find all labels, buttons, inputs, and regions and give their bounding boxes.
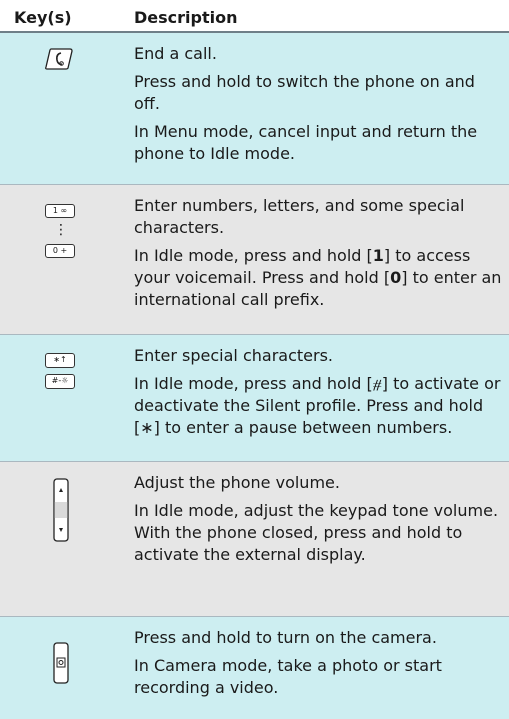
description-line: Adjust the phone volume.	[134, 473, 340, 492]
hash-key-icon: #-☼	[45, 374, 75, 389]
description-line: End a call.	[134, 44, 217, 63]
star-key-icon: ∗↑	[45, 353, 75, 368]
description-line: Press and hold to turn on the camera.	[134, 628, 437, 647]
table-row: 1 ∞ ⋮ 0 + Enter numbers, letters, and so…	[0, 185, 509, 335]
key-description-table: Key(s) Description End a call. Press and…	[0, 0, 509, 719]
vertical-dots-icon: ⋮	[54, 222, 68, 238]
key-1-icon: 1 ∞	[45, 204, 75, 218]
description-line: In Idle mode, press and hold [1] to acce…	[134, 246, 502, 309]
description-cell: Press and hold to turn on the camera. In…	[134, 627, 504, 705]
description-line: In Idle mode, adjust the keypad tone vol…	[134, 501, 499, 564]
table-row: End a call. Press and hold to switch the…	[0, 33, 509, 185]
key-cell	[0, 462, 120, 616]
description-line: In Camera mode, take a photo or start re…	[134, 656, 442, 697]
table-row: ∗↑ #-☼ Enter special characters. In Idle…	[0, 335, 509, 462]
description-cell: Enter numbers, letters, and some special…	[134, 195, 504, 317]
key-cell: ∗↑ #-☼	[0, 335, 120, 461]
table-row: Press and hold to turn on the camera. In…	[0, 617, 509, 719]
description-line: In Menu mode, cancel input and return th…	[134, 122, 478, 163]
description-line: In Idle mode, press and hold [⧣] to acti…	[134, 374, 501, 437]
key-0-icon: 0 +	[45, 244, 75, 258]
description-line: Enter special characters.	[134, 346, 333, 365]
description-cell: Enter special characters. In Idle mode, …	[134, 345, 504, 445]
volume-key-icon	[53, 478, 69, 542]
description-column-header: Description	[134, 8, 238, 27]
table-row: Adjust the phone volume. In Idle mode, a…	[0, 462, 509, 617]
description-cell: Adjust the phone volume. In Idle mode, a…	[134, 472, 504, 572]
key-cell	[0, 33, 120, 184]
table-header: Key(s) Description	[0, 0, 509, 33]
description-cell: End a call. Press and hold to switch the…	[134, 43, 504, 171]
keys-column-header: Key(s)	[14, 8, 72, 27]
key-cell: 1 ∞ ⋮ 0 +	[0, 185, 120, 334]
description-line: Press and hold to switch the phone on an…	[134, 72, 475, 113]
end-call-key-icon	[45, 48, 73, 70]
description-line: Enter numbers, letters, and some special…	[134, 196, 465, 237]
key-cell	[0, 617, 120, 719]
camera-key-icon	[53, 642, 69, 684]
